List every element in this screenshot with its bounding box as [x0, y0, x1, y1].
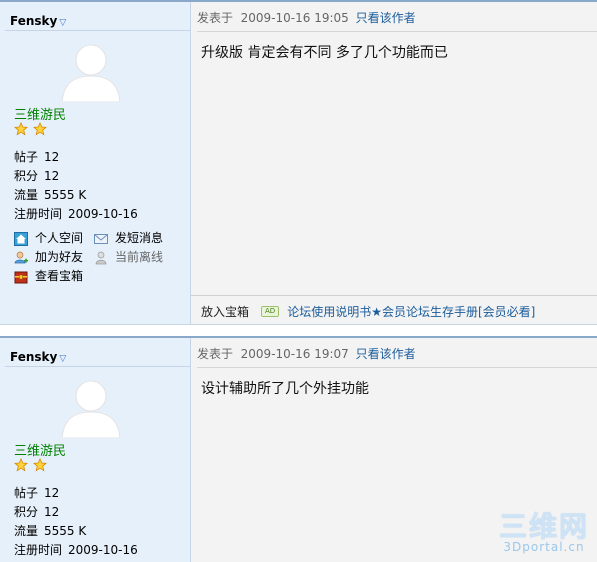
post-content: 发表于 2009-10-16 19:05 只看该作者 升级版 肯定会有不同 多了…: [191, 2, 597, 326]
star-icon: [14, 122, 28, 136]
stat-register-date: 注册时间 2009-10-16: [14, 543, 138, 557]
offline-user-icon: [95, 251, 107, 264]
star-icon: [32, 122, 47, 136]
author-panel: Fensky ▽ 三维游民 帖子 12 积分 12 流量 5555 K 注册时间 2009…: [0, 2, 191, 326]
author-panel: Fensky ▽ 三维游民 帖子 12 积分 12 流量 5555 K 注册时间 2009…: [0, 338, 191, 562]
post-message: 升级版 肯定会有不同 多了几个功能而已: [201, 45, 448, 61]
stat-posts: 帖子 12: [14, 150, 60, 164]
mail-icon: [94, 233, 108, 244]
chevron-down-icon[interactable]: ▽: [59, 354, 66, 364]
stat-traffic: 流量 5555 K: [14, 188, 87, 202]
avatar[interactable]: [58, 376, 124, 438]
avatar[interactable]: [58, 40, 124, 102]
only-author-link[interactable]: 只看该作者: [356, 11, 416, 25]
view-treasure-link[interactable]: 查看宝箱: [14, 267, 134, 286]
rank-stars: [14, 122, 48, 138]
post-1: Fensky ▽ 三维游民 帖子 12 积分 12 流量 5555 K 注册时间 2009…: [0, 0, 597, 326]
stat-points: 积分 12: [14, 505, 60, 519]
treasure-chest-icon: [14, 271, 28, 283]
chevron-down-icon[interactable]: ▽: [59, 18, 66, 28]
stat-posts: 帖子 12: [14, 486, 60, 500]
rank-stars: [14, 458, 48, 474]
add-friend-link[interactable]: 加为好友: [14, 248, 94, 267]
username[interactable]: Fensky: [10, 350, 57, 364]
send-message-link[interactable]: 发短消息: [94, 229, 174, 248]
site-watermark: 三维网 3Dportal.cn: [499, 513, 589, 554]
post-meta: 发表于 2009-10-16 19:05 只看该作者: [197, 9, 597, 32]
user-stats: 帖子 12 积分 12 流量 5555 K 注册时间 2009-10-16: [14, 148, 138, 224]
username-link[interactable]: Fensky ▽: [5, 14, 190, 31]
post-message: 设计辅助所了几个外挂功能: [201, 381, 369, 397]
stat-points: 积分 12: [14, 169, 60, 183]
user-stats: 帖子 12 积分 12 流量 5555 K 注册时间 2009-10-16: [14, 484, 138, 560]
stat-traffic: 流量 5555 K: [14, 524, 87, 538]
personal-space-link[interactable]: 个人空间: [14, 229, 94, 248]
username-link[interactable]: Fensky ▽: [5, 350, 190, 367]
star-icon: [14, 458, 28, 472]
username[interactable]: Fensky: [10, 14, 57, 28]
watermark-domain: 3Dportal.cn: [503, 540, 585, 554]
star-icon: [32, 458, 47, 472]
ad-link[interactable]: 论坛使用说明书★会员论坛生存手册[会员必看]: [287, 303, 535, 320]
watermark-title: 三维网: [498, 510, 589, 543]
user-group: 三维游民: [14, 108, 67, 123]
post-datetime: 2009-10-16 19:05: [240, 11, 349, 25]
only-author-link[interactable]: 只看该作者: [356, 347, 416, 361]
post-datetime: 2009-10-16 19:07: [240, 347, 349, 361]
user-actions: 个人空间 发短消息 加为好友 当前离线 查看宝箱: [14, 229, 184, 286]
ad-badge: AD: [261, 305, 280, 317]
stat-register-date: 注册时间 2009-10-16: [14, 207, 138, 221]
post-footer: 放入宝箱 AD 论坛使用说明书★会员论坛生存手册[会员必看]: [191, 295, 597, 326]
post-meta: 发表于 2009-10-16 19:07 只看该作者: [197, 345, 597, 368]
user-group: 三维游民: [14, 444, 67, 459]
home-icon: [14, 231, 28, 246]
add-friend-icon: [14, 251, 28, 263]
add-to-treasure-button[interactable]: 放入宝箱: [201, 303, 249, 320]
offline-status: 当前离线: [94, 248, 174, 267]
